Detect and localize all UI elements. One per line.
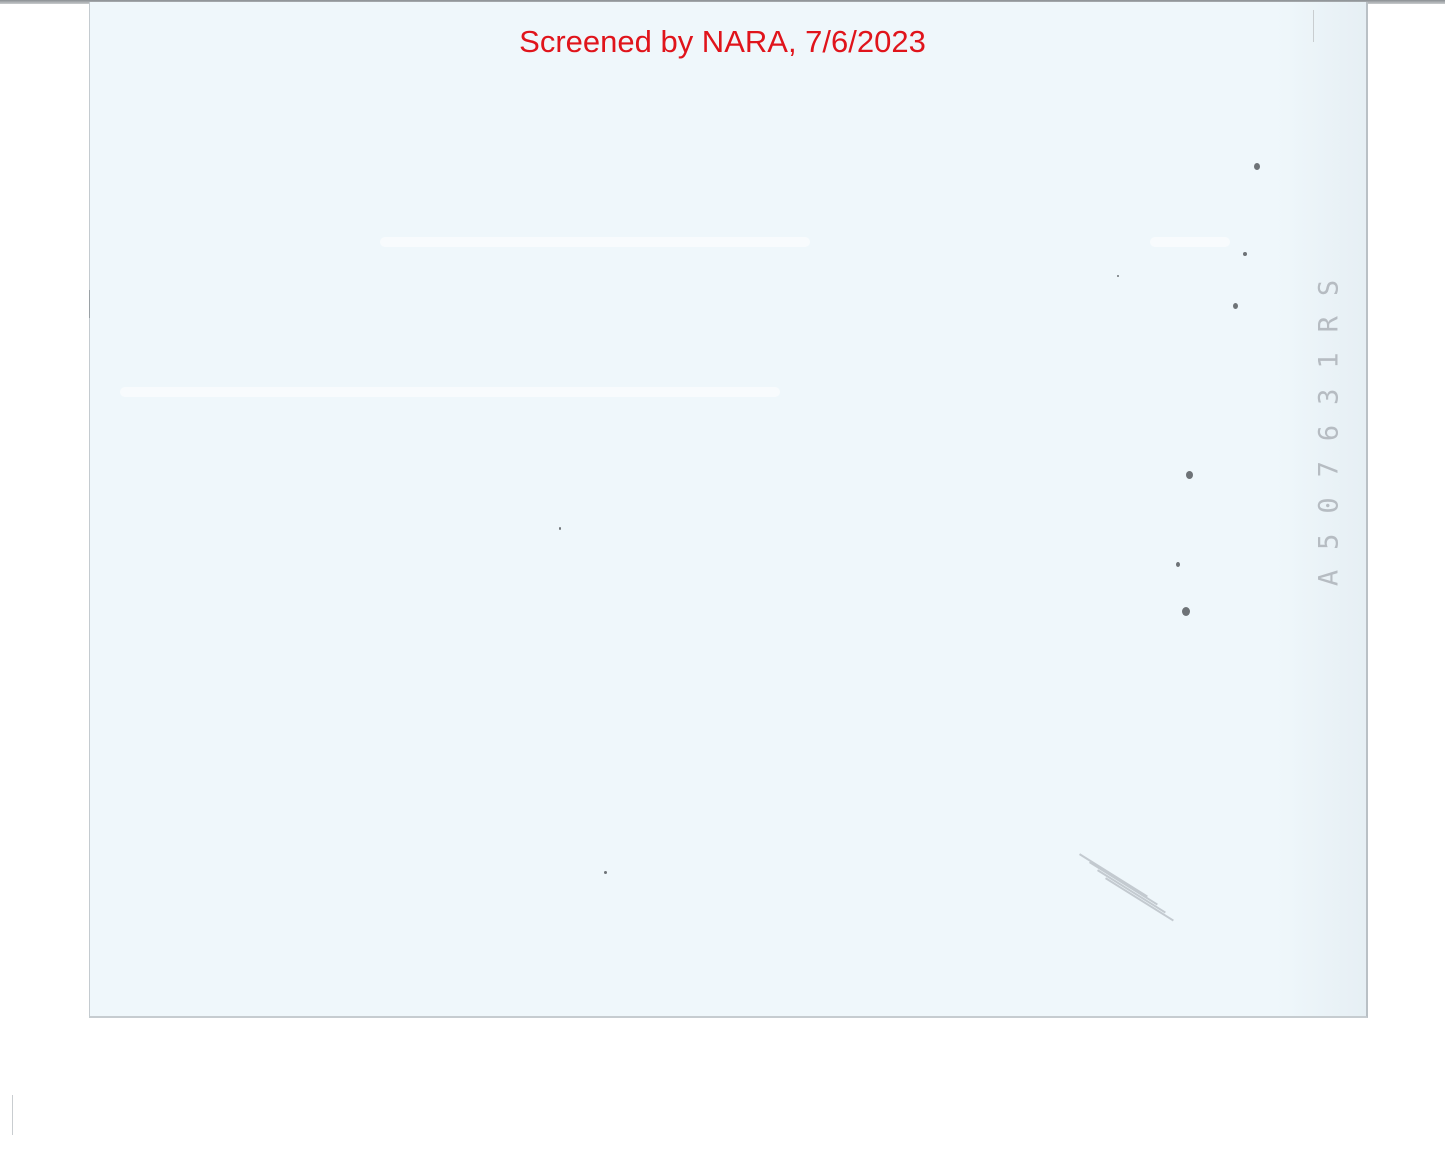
nara-screening-stamp: Screened by NARA, 7/6/2023	[519, 24, 926, 59]
ink-speck	[1117, 275, 1119, 277]
ink-speck	[559, 527, 561, 530]
pencil-hatch-marks	[1073, 853, 1174, 925]
ink-speck	[1182, 607, 1190, 616]
card-edge-mark	[1313, 10, 1314, 42]
ink-speck	[1233, 303, 1238, 309]
ink-speck	[604, 871, 607, 874]
page-edge-mark	[12, 1095, 13, 1135]
scanned-page: Screened by NARA, 7/6/2023 A507631RS	[0, 0, 1445, 1151]
ink-speck	[1254, 163, 1260, 170]
scan-streak	[1150, 237, 1230, 247]
scan-streak	[380, 237, 810, 247]
blank-card-back	[89, 2, 1368, 1018]
ink-speck	[1176, 562, 1180, 567]
ink-speck	[1243, 252, 1247, 256]
ink-speck	[1186, 471, 1193, 479]
serial-number: A507631RS	[1313, 259, 1345, 587]
scan-streak	[120, 387, 780, 397]
card-edge-mark	[89, 290, 90, 318]
serial-number-block: A507631RS	[1309, 228, 1349, 618]
